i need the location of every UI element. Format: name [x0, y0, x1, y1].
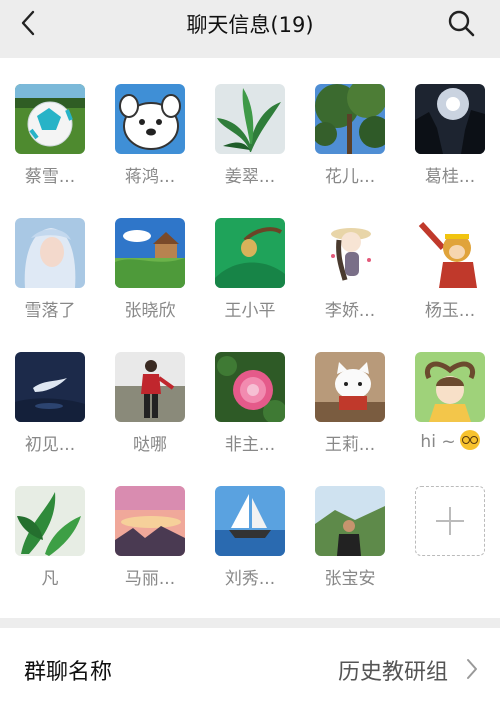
- member-grid: 蔡雪... 蒋鸿... 姜翠... 花儿... 葛桂... 雪落了 张晓欣 王小…: [0, 58, 500, 618]
- member-item[interactable]: 蔡雪...: [8, 84, 92, 187]
- avatar-bird-dark: [15, 352, 85, 422]
- member-name: 非主...: [224, 435, 276, 455]
- group-name-value: 历史教研组: [337, 660, 448, 685]
- member-name: 初见...: [24, 435, 76, 455]
- avatar-girl-heart: [415, 352, 485, 422]
- chevron-right-icon: [467, 659, 477, 679]
- member-name: 葛桂...: [424, 167, 476, 187]
- member-item[interactable]: 非主...: [208, 352, 292, 455]
- member-item[interactable]: 王莉...: [308, 352, 392, 455]
- member-item[interactable]: 姜翠...: [208, 84, 292, 187]
- member-name: 张晓欣: [124, 301, 176, 321]
- nerd-face-emoji: [459, 430, 480, 450]
- avatar-tree-sky: [315, 84, 385, 154]
- avatar-green-sphere: [215, 218, 285, 288]
- member-item[interactable]: 初见...: [8, 352, 92, 455]
- avatar-monkey-king: [415, 218, 485, 288]
- avatar-sailboat: [215, 486, 285, 556]
- member-item[interactable]: 刘秀...: [208, 486, 292, 589]
- member-name: 王莉...: [324, 435, 376, 455]
- member-name: 姜翠...: [224, 167, 276, 187]
- member-item[interactable]: 葛桂...: [408, 84, 492, 187]
- avatar-soccer-ball: [15, 84, 85, 154]
- member-name: 凡: [41, 569, 59, 589]
- search-icon[interactable]: [446, 8, 476, 38]
- member-item[interactable]: 哒哪: [108, 352, 192, 455]
- avatar-sunset-clouds: [115, 486, 185, 556]
- member-item[interactable]: 花儿...: [308, 84, 392, 187]
- group-name-label: 群聊名称: [24, 660, 113, 685]
- avatar-cartoon-dog: [115, 84, 185, 154]
- member-name: 李娇...: [324, 301, 376, 321]
- member-name: 张宝安: [324, 569, 376, 589]
- member-item[interactable]: 凡: [8, 486, 92, 589]
- member-item[interactable]: hi ~: [408, 352, 492, 452]
- member-item[interactable]: 马丽...: [108, 486, 192, 589]
- add-member-item[interactable]: [408, 486, 492, 556]
- avatar-landscape-house: [115, 218, 185, 288]
- member-item[interactable]: 张晓欣: [108, 218, 192, 321]
- member-name: 雪落了: [24, 301, 76, 321]
- avatar-pink-flower: [215, 352, 285, 422]
- avatar-girl-hat: [315, 218, 385, 288]
- avatar-rock-sunlight: [415, 84, 485, 154]
- member-name: 花儿...: [324, 167, 376, 187]
- member-name: 王小平: [224, 301, 276, 321]
- page-title: 聊天信息(19): [186, 13, 314, 37]
- member-name: 马丽...: [124, 569, 176, 589]
- member-name: 哒哪: [133, 435, 167, 455]
- avatar-hello-kitty: [315, 352, 385, 422]
- member-item[interactable]: 李娇...: [308, 218, 392, 321]
- avatar-elf-girl: [15, 218, 85, 288]
- member-item[interactable]: 雪落了: [8, 218, 92, 321]
- member-name: 刘秀...: [224, 569, 276, 589]
- member-item[interactable]: 杨玉...: [408, 218, 492, 321]
- avatar-green-leaves: [15, 486, 85, 556]
- member-name: hi ~: [408, 430, 492, 452]
- avatar-woman-red: [115, 352, 185, 422]
- member-name: 蒋鸿...: [124, 167, 176, 187]
- plus-icon[interactable]: [415, 486, 485, 556]
- member-item[interactable]: 蒋鸿...: [108, 84, 192, 187]
- member-item[interactable]: 王小平: [208, 218, 292, 321]
- member-item[interactable]: 张宝安: [308, 486, 392, 589]
- group-name-row[interactable]: 群聊名称 历史教研组: [0, 628, 500, 711]
- top-bar: 聊天信息(19): [0, 0, 500, 46]
- avatar-green-plant: [215, 84, 285, 154]
- member-name: 蔡雪...: [24, 167, 76, 187]
- avatar-man-mountain: [315, 486, 385, 556]
- member-name: 杨玉...: [424, 301, 476, 321]
